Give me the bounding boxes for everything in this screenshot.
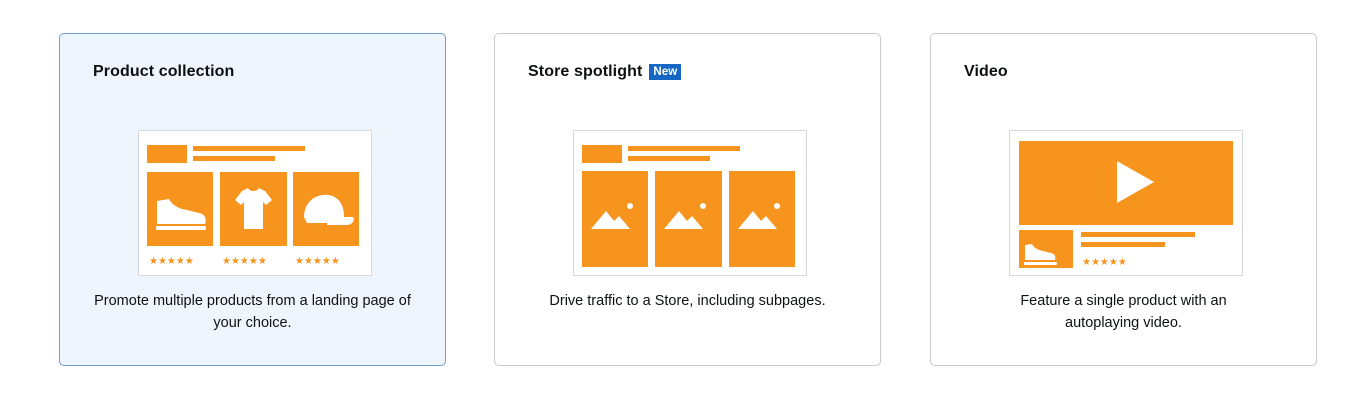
card-description: Drive traffic to a Store, including subp… [549, 293, 826, 309]
card-title-text: Video [964, 63, 1008, 80]
new-badge: New [649, 64, 682, 80]
store-page-tile-2 [655, 171, 722, 267]
star-rating-icon: ★★★★★ [1082, 257, 1127, 268]
video-illustration: ★★★★★ [1009, 130, 1243, 276]
headline-bar [628, 146, 740, 151]
svg-text:★★★★★: ★★★★★ [149, 256, 194, 267]
card-title: Product collection [93, 63, 234, 81]
logo-block [582, 145, 622, 163]
card-title: Video [964, 63, 1008, 81]
store-page-tile-3 [729, 171, 795, 267]
store-spotlight-illustration [573, 130, 807, 276]
video-card[interactable]: Video ★★★★★ Feature a single product wit… [930, 33, 1317, 366]
svg-text:★★★★★: ★★★★★ [222, 256, 267, 267]
headline-bar [193, 146, 305, 151]
store-page-tile-1 [582, 171, 648, 267]
star-rating-icon: ★★★★★ ★★★★★ ★★★★★ [149, 256, 340, 267]
product-title-bar [1081, 232, 1195, 237]
product-subtitle-bar [1081, 242, 1165, 247]
product-collection-illustration: ★★★★★ ★★★★★ ★★★★★ [138, 130, 372, 276]
subheadline-bar [193, 156, 275, 161]
card-title: Store spotlight New [528, 63, 682, 81]
card-title-text: Product collection [93, 63, 235, 80]
store-spotlight-card[interactable]: Store spotlight New Drive traffic to a S… [494, 33, 881, 366]
card-description: Feature a single product with an autopla… [951, 290, 1296, 334]
svg-text:★★★★★: ★★★★★ [295, 256, 340, 267]
card-description: Promote multiple products from a landing… [94, 293, 411, 331]
logo-block [147, 145, 187, 163]
product-collection-card[interactable]: Product collection ★★★★★ ★★★★★ ★★★★★ Pro… [59, 33, 446, 366]
card-description-text: Feature a single product with an autopla… [1020, 293, 1227, 331]
subheadline-bar [628, 156, 710, 161]
card-title-text: Store spotlight [528, 63, 643, 80]
